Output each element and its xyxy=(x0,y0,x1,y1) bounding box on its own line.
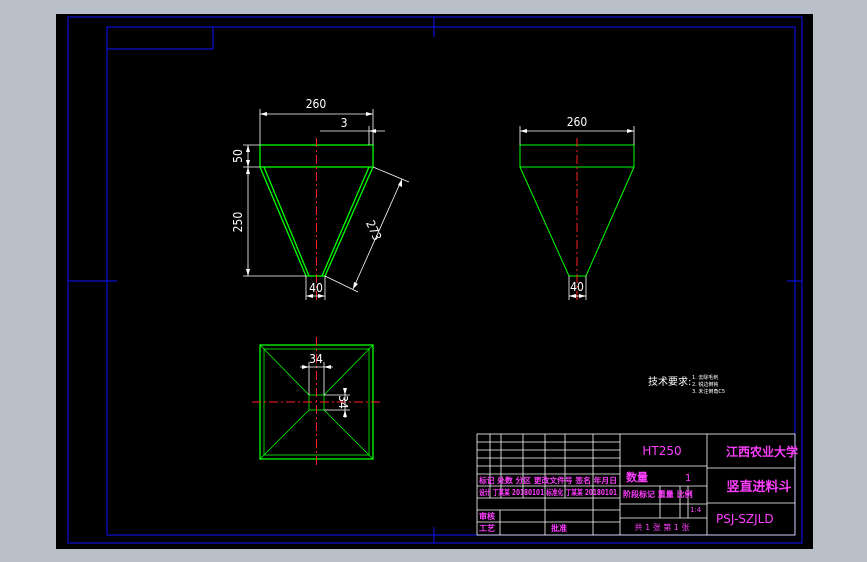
front-dim-bottom-width: 40 xyxy=(309,281,323,295)
side-dim-bottom-width: 40 xyxy=(570,280,584,294)
front-dim-cone-height: 250 xyxy=(231,212,245,233)
title-block-design-row: 设计 丁某某 20180101 标准化 丁某某 20180101 xyxy=(479,487,617,497)
title-block-stage-row: 阶段标记 重量 比例 xyxy=(623,489,693,499)
front-dim-top-width: 260 xyxy=(306,97,327,111)
title-block-drawing-no: PSJ-SZJLD xyxy=(716,512,774,526)
side-dim-top-width: 260 xyxy=(567,115,588,129)
tech-req-item-1: 1. 去除毛刺 xyxy=(692,374,718,381)
title-block-sheet-info: 共 1 张 第 1 张 xyxy=(635,522,690,532)
tech-req-item-2: 2. 锐边倒钝 xyxy=(692,381,718,388)
top-view[interactable]: 34 34 xyxy=(252,337,381,467)
title-block-approve-label: 批准 xyxy=(551,523,567,533)
top-dim-outlet-width: 34 xyxy=(309,352,323,366)
title-block-process-label: 工艺 xyxy=(479,523,495,533)
title-block-review-label: 审核 xyxy=(479,511,495,521)
title-block-university: 江西农业大学 xyxy=(726,444,798,459)
title-block-material: HT250 xyxy=(642,444,681,458)
title-block-part-name: 竖直进料斗 xyxy=(726,479,791,495)
tech-req-item-3: 3. 未注倒角C5 xyxy=(692,388,725,395)
front-dim-wall: 3 xyxy=(341,116,348,130)
title-block-scale: 1:4 xyxy=(690,506,702,514)
title-block-revision-row: 标记 处数 分区 更改文件号 签名 年月日 xyxy=(478,475,617,485)
drawing-area xyxy=(56,14,813,549)
top-dim-outlet-height: 34 xyxy=(336,395,350,409)
title-block-qty-label: 数量 xyxy=(626,470,648,484)
tech-req-heading: 技术要求: xyxy=(648,375,691,388)
cad-drawing-canvas[interactable]: 260 3 50 250 273 40 260 40 34 34 技术要求: 1… xyxy=(0,0,867,562)
title-block-qty-value: 1 xyxy=(685,473,691,484)
front-dim-rim-height: 50 xyxy=(231,149,245,163)
